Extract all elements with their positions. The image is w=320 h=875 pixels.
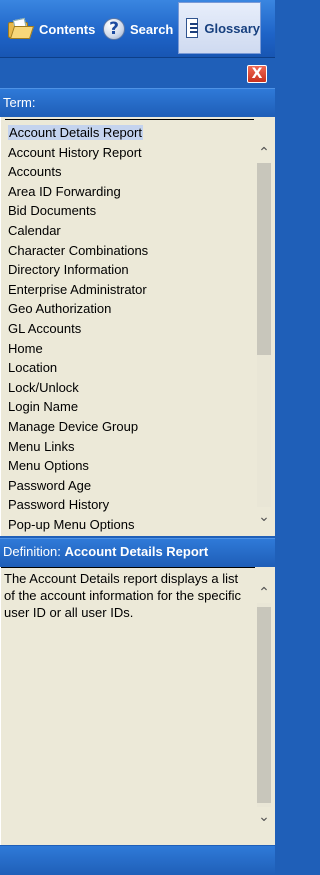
term-label: Geo Authorization (8, 301, 112, 317)
tab-search-label: Search (130, 21, 174, 37)
term-list-item[interactable]: Pop-up Menu Options (1, 515, 255, 535)
term-label: Lock/Unlock (8, 379, 79, 395)
term-label: Account History Report (8, 144, 142, 160)
close-button[interactable]: X (247, 65, 267, 83)
term-label: Login Name (8, 399, 79, 415)
definition-header: Definition: Account Details Report (0, 538, 275, 566)
tab-glossary-label: Glossary (204, 20, 260, 36)
help-tab-bar: Contents ? Search Glossary (0, 0, 275, 58)
tab-contents-label: Contents (39, 21, 96, 37)
tab-glossary[interactable]: Glossary (178, 2, 261, 54)
term-label: Location (8, 360, 58, 376)
term-label: Menu Links (8, 438, 75, 454)
bottom-bar (0, 846, 275, 875)
definition-text: The Account Details report displays a li… (4, 571, 242, 620)
scroll-thumb[interactable] (257, 607, 271, 803)
term-label: Password History (8, 497, 110, 513)
term-list-item[interactable]: Login Name (1, 397, 255, 417)
term-label: Enterprise Administrator (8, 281, 147, 297)
chevron-down-icon[interactable]: ⌄ (255, 807, 273, 827)
help-icon: ? (103, 18, 125, 40)
term-list-item[interactable]: GL Accounts (1, 319, 255, 339)
term-list-item[interactable]: Home (1, 339, 255, 359)
chevron-up-icon[interactable]: ⌃ (255, 583, 273, 603)
term-list-item[interactable]: Character Combinations (1, 241, 255, 261)
term-list-item[interactable]: Manage Device Group (1, 417, 255, 437)
close-strip: X (0, 59, 275, 87)
tab-contents[interactable]: Contents (6, 2, 98, 56)
chevron-down-icon[interactable]: ⌄ (255, 507, 273, 527)
glossary-icon (186, 18, 199, 38)
term-label: GL Accounts (8, 320, 82, 336)
divider (5, 119, 254, 120)
tab-search[interactable]: ? Search (103, 2, 175, 56)
term-list-item[interactable]: Directory Information (1, 260, 255, 280)
term-list-item[interactable]: Area ID Forwarding (1, 182, 255, 202)
term-list-item[interactable]: Accounts (1, 162, 255, 182)
term-label: Menu Options (8, 458, 89, 474)
term-list: Account Details Report Account History Re… (1, 123, 255, 534)
term-list-item[interactable]: Menu Options (1, 456, 255, 476)
term-list-item[interactable]: Calendar (1, 221, 255, 241)
term-label: Character Combinations (8, 242, 149, 258)
term-header: Term: (0, 88, 275, 116)
definition-label: Definition: (3, 544, 61, 559)
definition-panel: The Account Details report displays a li… (0, 567, 275, 845)
definition-scrollbar[interactable]: ⌃ ⌄ (255, 567, 273, 845)
term-list-item[interactable]: Menu Links (1, 437, 255, 457)
scroll-thumb[interactable] (257, 163, 271, 355)
term-label: Home (8, 340, 43, 356)
term-label: Accounts (8, 164, 62, 180)
term-list-item[interactable]: Account History Report (1, 143, 255, 163)
term-label: Directory Information (8, 262, 129, 278)
term-scrollbar[interactable]: ⌃ ⌄ (255, 127, 273, 527)
chevron-up-icon[interactable]: ⌃ (255, 143, 273, 163)
term-list-item[interactable]: Location (1, 358, 255, 378)
folder-icon (6, 17, 35, 40)
term-label: Bid Documents (8, 203, 97, 219)
term-label: Area ID Forwarding (8, 183, 121, 199)
definition-term: Account Details Report (64, 544, 209, 559)
term-list-item[interactable]: Password History (1, 495, 255, 515)
term-label: Calendar (8, 222, 61, 238)
term-label: Account Details Report (8, 125, 143, 140)
term-list-item[interactable]: Password Age (1, 476, 255, 496)
term-list-item[interactable]: Account Details Report (1, 123, 255, 143)
term-list-item[interactable]: Enterprise Administrator (1, 280, 255, 300)
term-list-item[interactable]: Bid Documents (1, 201, 255, 221)
divider (1, 567, 255, 568)
term-list-item[interactable]: Lock/Unlock (1, 378, 255, 398)
close-icon: X (251, 66, 263, 82)
term-list-item[interactable]: Geo Authorization (1, 299, 255, 319)
term-list-panel: Account Details Report Account History Re… (0, 117, 275, 536)
term-label: Password Age (8, 477, 92, 493)
term-label: Manage Device Group (8, 418, 139, 434)
term-label: Pop-up Menu Options (8, 516, 135, 532)
